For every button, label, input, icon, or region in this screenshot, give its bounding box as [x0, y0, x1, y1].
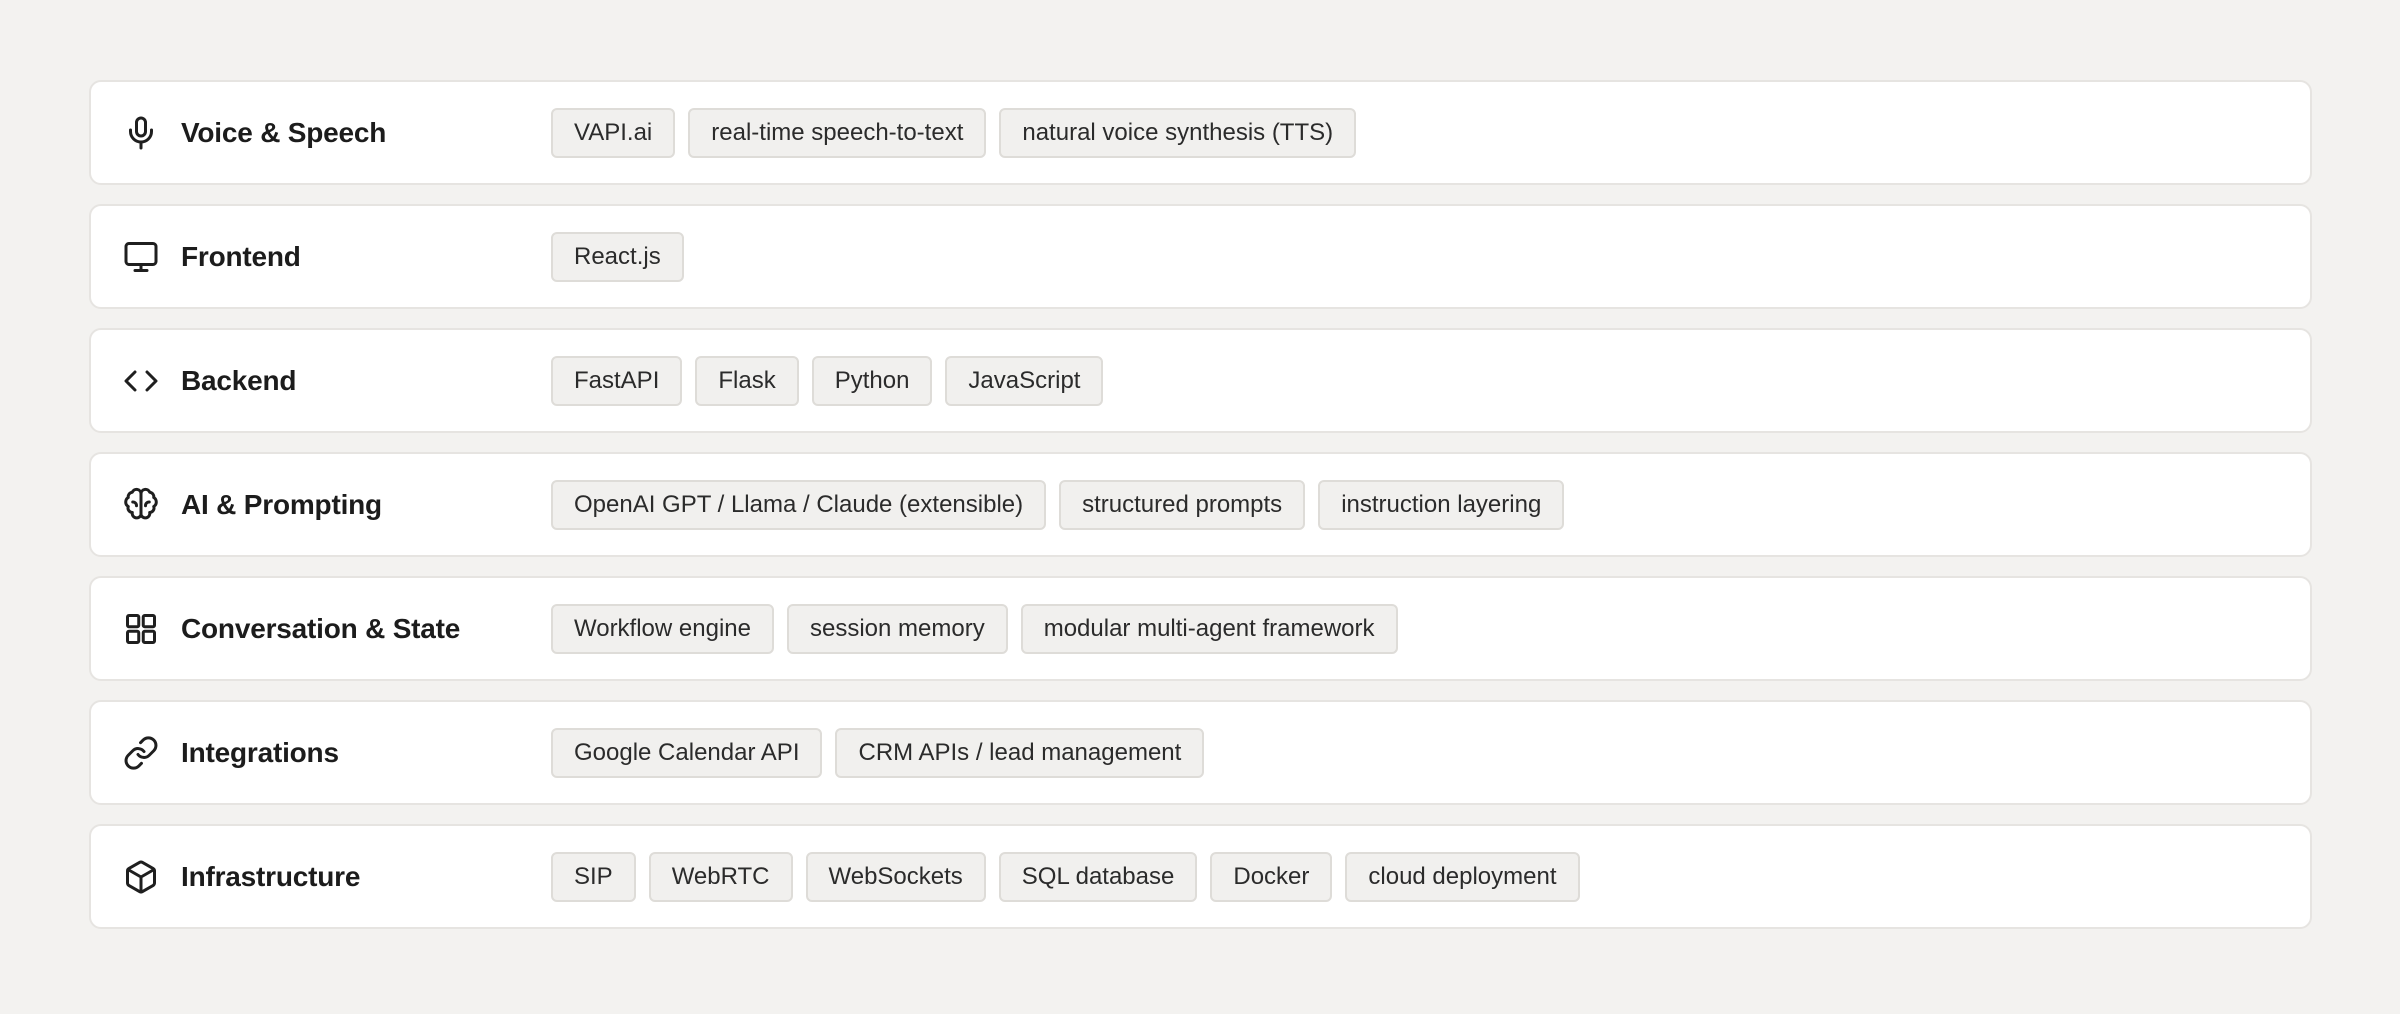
code-icon [123, 363, 159, 399]
category-header: Frontend [91, 239, 551, 275]
tag: real-time speech-to-text [688, 107, 987, 158]
category-row-backend: Backend FastAPI Flask Python JavaScript [89, 328, 2312, 433]
category-header: Voice & Speech [91, 115, 551, 151]
tag: WebSockets [805, 851, 986, 902]
category-label: AI & Prompting [181, 488, 382, 520]
tag-list: FastAPI Flask Python JavaScript [551, 355, 1104, 406]
category-label: Integrations [181, 736, 339, 768]
tag: structured prompts [1059, 479, 1306, 530]
tag: Flask [695, 355, 799, 406]
tag-list: Google Calendar API CRM APIs / lead mana… [551, 727, 1205, 778]
tag: modular multi-agent framework [1020, 603, 1398, 654]
tag: session memory [786, 603, 1008, 654]
tag: Docker [1210, 851, 1333, 902]
tag-list: Workflow engine session memory modular m… [551, 603, 1398, 654]
tag-list: SIP WebRTC WebSockets SQL database Docke… [551, 851, 1580, 902]
tech-stack-list: Voice & Speech VAPI.ai real-time speech-… [89, 80, 2312, 929]
tag: React.js [551, 231, 684, 282]
category-label: Frontend [181, 240, 301, 272]
tag: natural voice synthesis (TTS) [999, 107, 1357, 158]
tag: JavaScript [945, 355, 1104, 406]
category-row-infrastructure: Infrastructure SIP WebRTC WebSockets SQL… [89, 824, 2312, 929]
category-header: Conversation & State [91, 611, 551, 647]
category-label: Backend [181, 364, 297, 396]
microphone-icon [123, 115, 159, 151]
category-label: Conversation & State [181, 612, 461, 644]
category-row-ai-prompting: AI & Prompting OpenAI GPT / Llama / Clau… [89, 452, 2312, 557]
category-row-conversation-state: Conversation & State Workflow engine ses… [89, 576, 2312, 681]
tag: OpenAI GPT / Llama / Claude (extensible) [551, 479, 1047, 530]
category-header: Integrations [91, 735, 551, 771]
tag: CRM APIs / lead management [835, 727, 1205, 778]
category-label: Voice & Speech [181, 116, 387, 148]
tag: Python [811, 355, 933, 406]
category-row-voice-speech: Voice & Speech VAPI.ai real-time speech-… [89, 80, 2312, 185]
brain-icon [123, 487, 159, 523]
monitor-icon [123, 239, 159, 275]
tag-list: VAPI.ai real-time speech-to-text natural… [551, 107, 1357, 158]
category-header: Backend [91, 363, 551, 399]
tag: instruction layering [1318, 479, 1565, 530]
tag: SQL database [998, 851, 1198, 902]
box-icon [123, 859, 159, 895]
link-icon [123, 735, 159, 771]
tag: Google Calendar API [551, 727, 823, 778]
category-header: AI & Prompting [91, 487, 551, 523]
tag: WebRTC [648, 851, 793, 902]
tag-list: React.js [551, 231, 684, 282]
category-header: Infrastructure [91, 859, 551, 895]
category-row-frontend: Frontend React.js [89, 204, 2312, 309]
tag: VAPI.ai [551, 107, 676, 158]
tag: FastAPI [551, 355, 683, 406]
tag-list: OpenAI GPT / Llama / Claude (extensible)… [551, 479, 1565, 530]
category-label: Infrastructure [181, 860, 361, 892]
tag: Workflow engine [551, 603, 774, 654]
tag: cloud deployment [1345, 851, 1580, 902]
category-row-integrations: Integrations Google Calendar API CRM API… [89, 700, 2312, 805]
grid-icon [123, 611, 159, 647]
tag: SIP [551, 851, 636, 902]
